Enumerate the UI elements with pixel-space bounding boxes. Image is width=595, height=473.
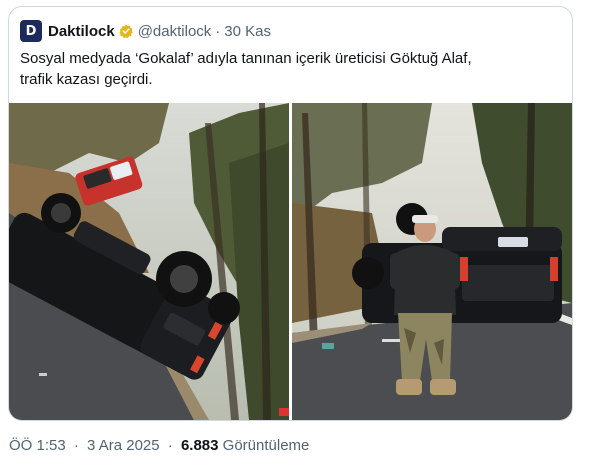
tweet-text-line: trafik kazası geçirdi. [20, 71, 153, 88]
footer-separator: · [73, 437, 79, 454]
verified-badge-icon [119, 24, 133, 38]
media-photo-portrait[interactable] [292, 103, 572, 420]
quoted-tweet-text: Sosyal medyada ‘Gokalaf’ adıyla tanınan … [20, 48, 560, 90]
footer-separator: · [167, 437, 173, 454]
tweet-text-line: Sosyal medyada ‘Gokalaf’ adıyla tanınan … [20, 50, 472, 67]
view-count[interactable]: 6.883 [181, 437, 219, 454]
author-name[interactable]: Daktilock [48, 23, 115, 40]
media-photo-crash[interactable] [9, 103, 289, 420]
author-handle[interactable]: @daktilock [138, 23, 212, 40]
quoted-tweet-header: D Daktilock @daktilock · 30 Kas [20, 19, 271, 43]
avatar[interactable]: D [20, 20, 42, 42]
avatar-text: D [25, 23, 37, 39]
header-separator: · [215, 22, 221, 40]
tweet-time[interactable]: ÖÖ 1:53 [9, 437, 66, 454]
view-label[interactable]: Görüntüleme [223, 437, 310, 454]
media-grid [9, 103, 572, 420]
tweet-date[interactable]: 3 Ara 2025 [87, 437, 160, 454]
quoted-tweet-date[interactable]: 30 Kas [224, 23, 271, 40]
tweet-metadata: ÖÖ 1:53 · 3 Ara 2025 · 6.883 Görüntüleme [9, 437, 309, 454]
quoted-tweet-card[interactable]: D Daktilock @daktilock · 30 Kas Sosyal m… [8, 6, 573, 421]
